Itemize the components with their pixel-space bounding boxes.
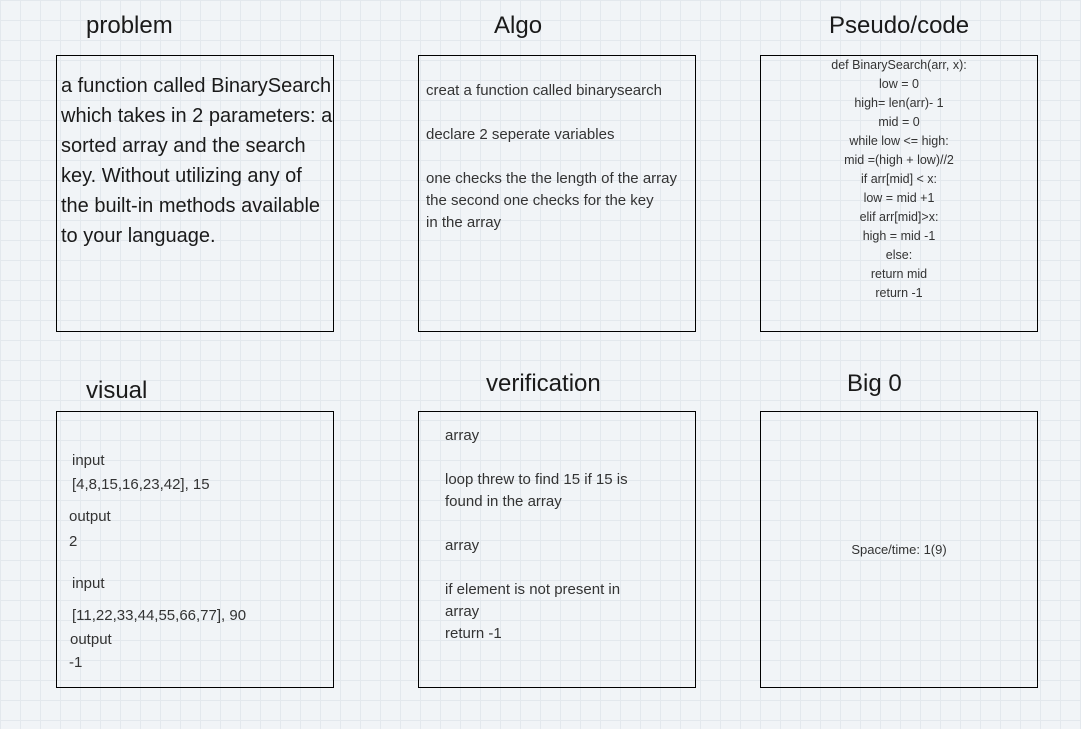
title-verification: verification bbox=[486, 370, 601, 397]
code-line: mid = 0 bbox=[878, 115, 920, 129]
code-line: while low <= high: bbox=[849, 134, 949, 148]
title-problem: problem bbox=[86, 12, 173, 39]
big-o-text: Space/time: 1(9) bbox=[851, 542, 947, 557]
code-line: high= len(arr)- 1 bbox=[854, 96, 944, 110]
verification-box[interactable]: array loop threw to find 15 if 15 is fou… bbox=[418, 411, 696, 688]
input-label: input bbox=[72, 452, 105, 469]
verification-line: array bbox=[445, 537, 480, 554]
algo-line: creat a function called binarysearch bbox=[426, 82, 662, 99]
output-value: 2 bbox=[69, 533, 78, 550]
title-algo: Algo bbox=[494, 12, 543, 39]
output-label: output bbox=[69, 508, 111, 525]
output-value: -1 bbox=[69, 654, 83, 671]
algo-line: the second one checks for the key bbox=[426, 192, 654, 209]
code-line: elif arr[mid]>x: bbox=[859, 210, 939, 224]
algo-line: in the array bbox=[426, 214, 502, 231]
code-line: mid =(high + low)//2 bbox=[844, 153, 954, 167]
code-line: else: bbox=[885, 248, 913, 262]
code-line: return mid bbox=[870, 267, 928, 281]
verification-line: array bbox=[445, 603, 480, 620]
algo-line: declare 2 seperate variables bbox=[426, 126, 615, 143]
code-line: def BinarySearch(arr, x): bbox=[831, 58, 967, 72]
visual-box[interactable]: input [4,8,15,16,23,42], 15 output 2 inp… bbox=[56, 411, 334, 688]
pseudo-code-lines: def BinarySearch(arr, x): low = 0 high= … bbox=[761, 56, 1037, 303]
verification-line: loop threw to find 15 if 15 is bbox=[445, 471, 628, 488]
input-label: input bbox=[72, 575, 105, 592]
title-visual: visual bbox=[86, 377, 148, 404]
verification-line: found in the array bbox=[445, 493, 562, 510]
pseudo-code-box[interactable]: def BinarySearch(arr, x): low = 0 high= … bbox=[760, 55, 1038, 332]
verification-line: if element is not present in bbox=[445, 581, 621, 598]
code-line: high = mid -1 bbox=[862, 229, 936, 243]
input-value: [11,22,33,44,55,66,77], 90 bbox=[72, 607, 247, 624]
code-line: low = mid +1 bbox=[863, 191, 935, 205]
problem-box[interactable]: a function called BinarySearch which tak… bbox=[56, 55, 334, 332]
algo-box[interactable]: creat a function called binarysearch dec… bbox=[418, 55, 696, 332]
code-line: if arr[mid] < x: bbox=[860, 172, 938, 186]
output-label: output bbox=[70, 631, 112, 648]
code-line: low = 0 bbox=[879, 77, 919, 91]
problem-text: a function called BinarySearch which tak… bbox=[61, 75, 333, 247]
verification-line: array bbox=[445, 427, 480, 444]
algo-line: one checks the the length of the array bbox=[426, 170, 677, 187]
title-big-o: Big 0 bbox=[847, 370, 902, 397]
big-o-box[interactable]: Space/time: 1(9) bbox=[760, 411, 1038, 688]
code-line: return -1 bbox=[875, 286, 923, 300]
verification-line: return -1 bbox=[445, 625, 502, 642]
input-value: [4,8,15,16,23,42], 15 bbox=[72, 476, 210, 493]
title-pseudo-code: Pseudo/code bbox=[829, 12, 970, 39]
